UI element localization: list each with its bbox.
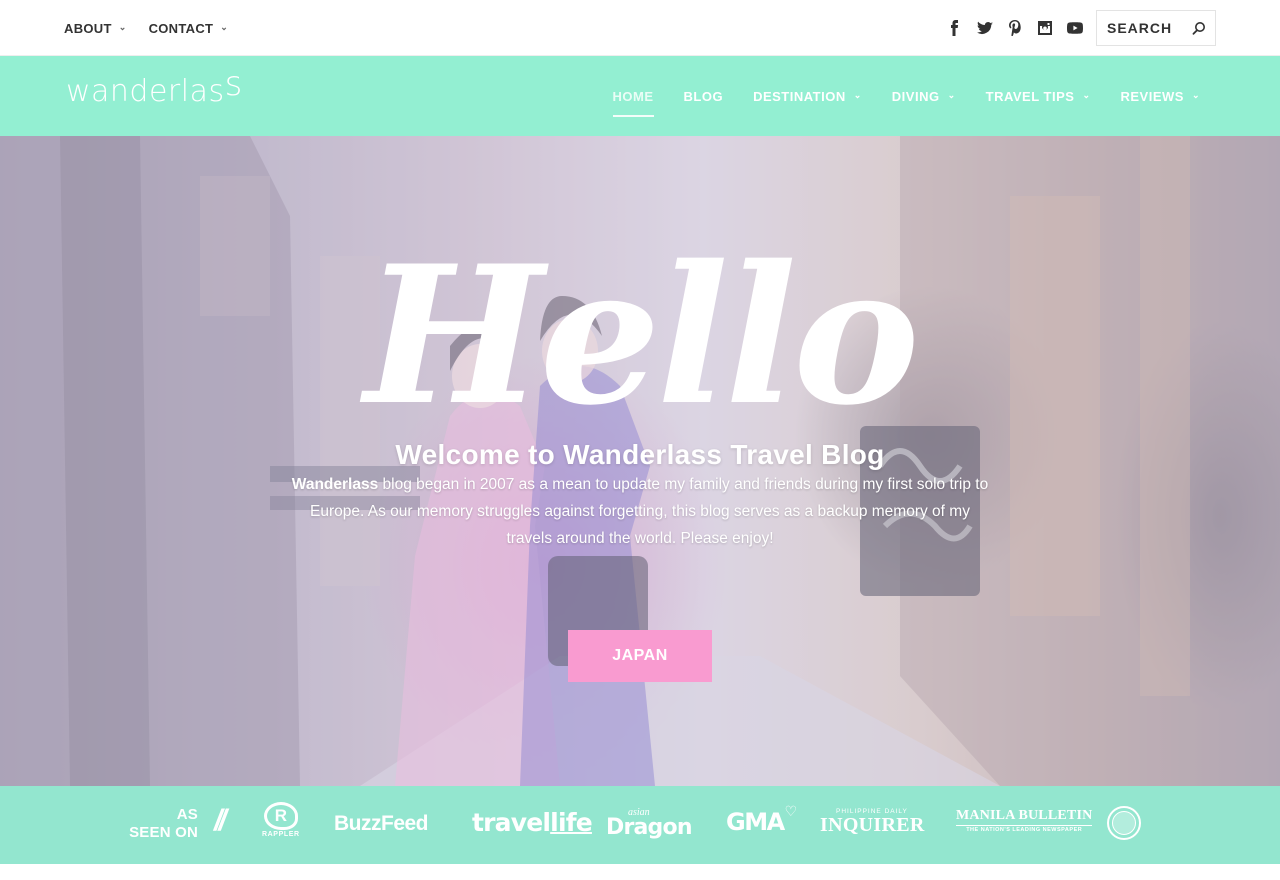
nav-home[interactable]: HOME [612,56,654,136]
logo-text-tail: s [224,64,243,104]
gma-text: GMA [726,808,785,836]
intro-brand: Wanderlass [291,476,379,493]
site-logo[interactable]: wanderlass [66,64,243,110]
svg-text:Hello: Hello [359,224,915,447]
main-header: wanderlass HOME BLOG DESTINATION ⌄ DIVIN… [0,56,1280,136]
chevron-down-icon: ⌄ [853,89,862,100]
nav-blog-label: BLOG [683,88,724,104]
buzzfeed-logo[interactable]: BuzzFeed [334,812,429,836]
rappler-name: RAPPLER [262,831,300,838]
travelife-tail: life [550,808,593,837]
japan-button[interactable]: JAPAN [568,630,712,682]
award-seal-icon[interactable] [1107,806,1141,840]
nav-blog[interactable]: BLOG [684,56,724,136]
travelife-logo[interactable]: travel life [472,808,593,837]
as-seen-on-line1: AS [176,806,198,823]
hello-script-title: Hello [359,224,919,447]
nav-diving[interactable]: DIVING ⌄ [892,56,956,136]
as-seen-on-line2: SEEN ON [129,824,198,841]
manila-bulletin-logo[interactable]: MANILA BULLETIN THE NATION'S LEADING NEW… [956,808,1093,833]
search-icon[interactable] [1192,21,1206,35]
rappler-logo[interactable]: R RAPPLER [262,802,300,838]
nav-destination[interactable]: DESTINATION ⌄ [753,56,862,136]
nav-travel-tips[interactable]: TRAVEL TIPS ⌄ [986,56,1091,136]
top-link-about[interactable]: ABOUT ⌄ [64,21,127,36]
top-link-contact[interactable]: CONTACT ⌄ [149,21,229,36]
main-nav: HOME BLOG DESTINATION ⌄ DIVING ⌄ TRAVEL … [612,56,1200,136]
manila-bulletin-main: MANILA BULLETIN [956,808,1093,826]
asian-dragon-main: Dragon [606,815,692,840]
asian-dragon-logo[interactable]: asian Dragon [606,808,692,839]
logo-text: wanderlas [66,74,225,109]
chevron-down-icon: ⌄ [1082,89,1091,100]
top-links: ABOUT ⌄ CONTACT ⌄ [64,0,228,56]
award-seal-inner [1112,811,1136,835]
pinterest-icon[interactable] [1006,17,1024,39]
hero-heading: Welcome to Wanderlass Travel Blog [395,439,885,470]
top-link-contact-label: CONTACT [148,20,214,36]
seen-separator: // [214,804,227,837]
rappler-mark: R [263,802,298,830]
chevron-down-icon: ⌄ [118,21,127,32]
nav-destination-label: DESTINATION [753,88,846,104]
nav-diving-label: DIVING [891,88,940,104]
search-input[interactable] [1107,20,1191,36]
nav-travel-tips-label: TRAVEL TIPS [985,88,1075,104]
chevron-down-icon: ⌄ [947,89,956,100]
instagram-icon[interactable] [1036,17,1054,39]
nav-home-label: HOME [612,88,654,104]
manila-bulletin-sub: THE NATION'S LEADING NEWSPAPER [966,827,1083,833]
inquirer-logo[interactable]: PHILIPPINE DAILY INQUIRER [820,808,925,835]
top-utility-bar: ABOUT ⌄ CONTACT ⌄ [0,0,1280,56]
top-link-about-label: ABOUT [64,20,112,36]
chevron-down-icon: ⌄ [1191,89,1200,100]
chevron-down-icon: ⌄ [220,21,229,32]
nav-reviews-label: REVIEWS [1120,88,1184,104]
gma-heart-icon: ♡ [784,804,798,820]
intro-body: blog began in 2007 as a mean to update m… [310,476,989,547]
hero-intro-text: Wanderlass blog began in 2007 as a mean … [290,471,990,552]
as-seen-on-bar: AS SEEN ON // R RAPPLER BuzzFeed travel l… [0,786,1280,864]
inquirer-main: INQUIRER [820,814,925,836]
youtube-icon[interactable] [1066,17,1084,39]
gma-logo[interactable]: GMA ♡ [726,804,797,836]
facebook-icon[interactable] [946,17,964,39]
twitter-icon[interactable] [976,17,994,39]
hero-banner: Hello Welcome to Wanderlass Travel Blog … [0,136,1280,786]
nav-reviews[interactable]: REVIEWS ⌄ [1120,56,1200,136]
social-links [946,17,1084,39]
search-box [1096,10,1216,46]
travelife-main: travel [472,808,551,837]
as-seen-on-label: AS SEEN ON [126,806,198,842]
